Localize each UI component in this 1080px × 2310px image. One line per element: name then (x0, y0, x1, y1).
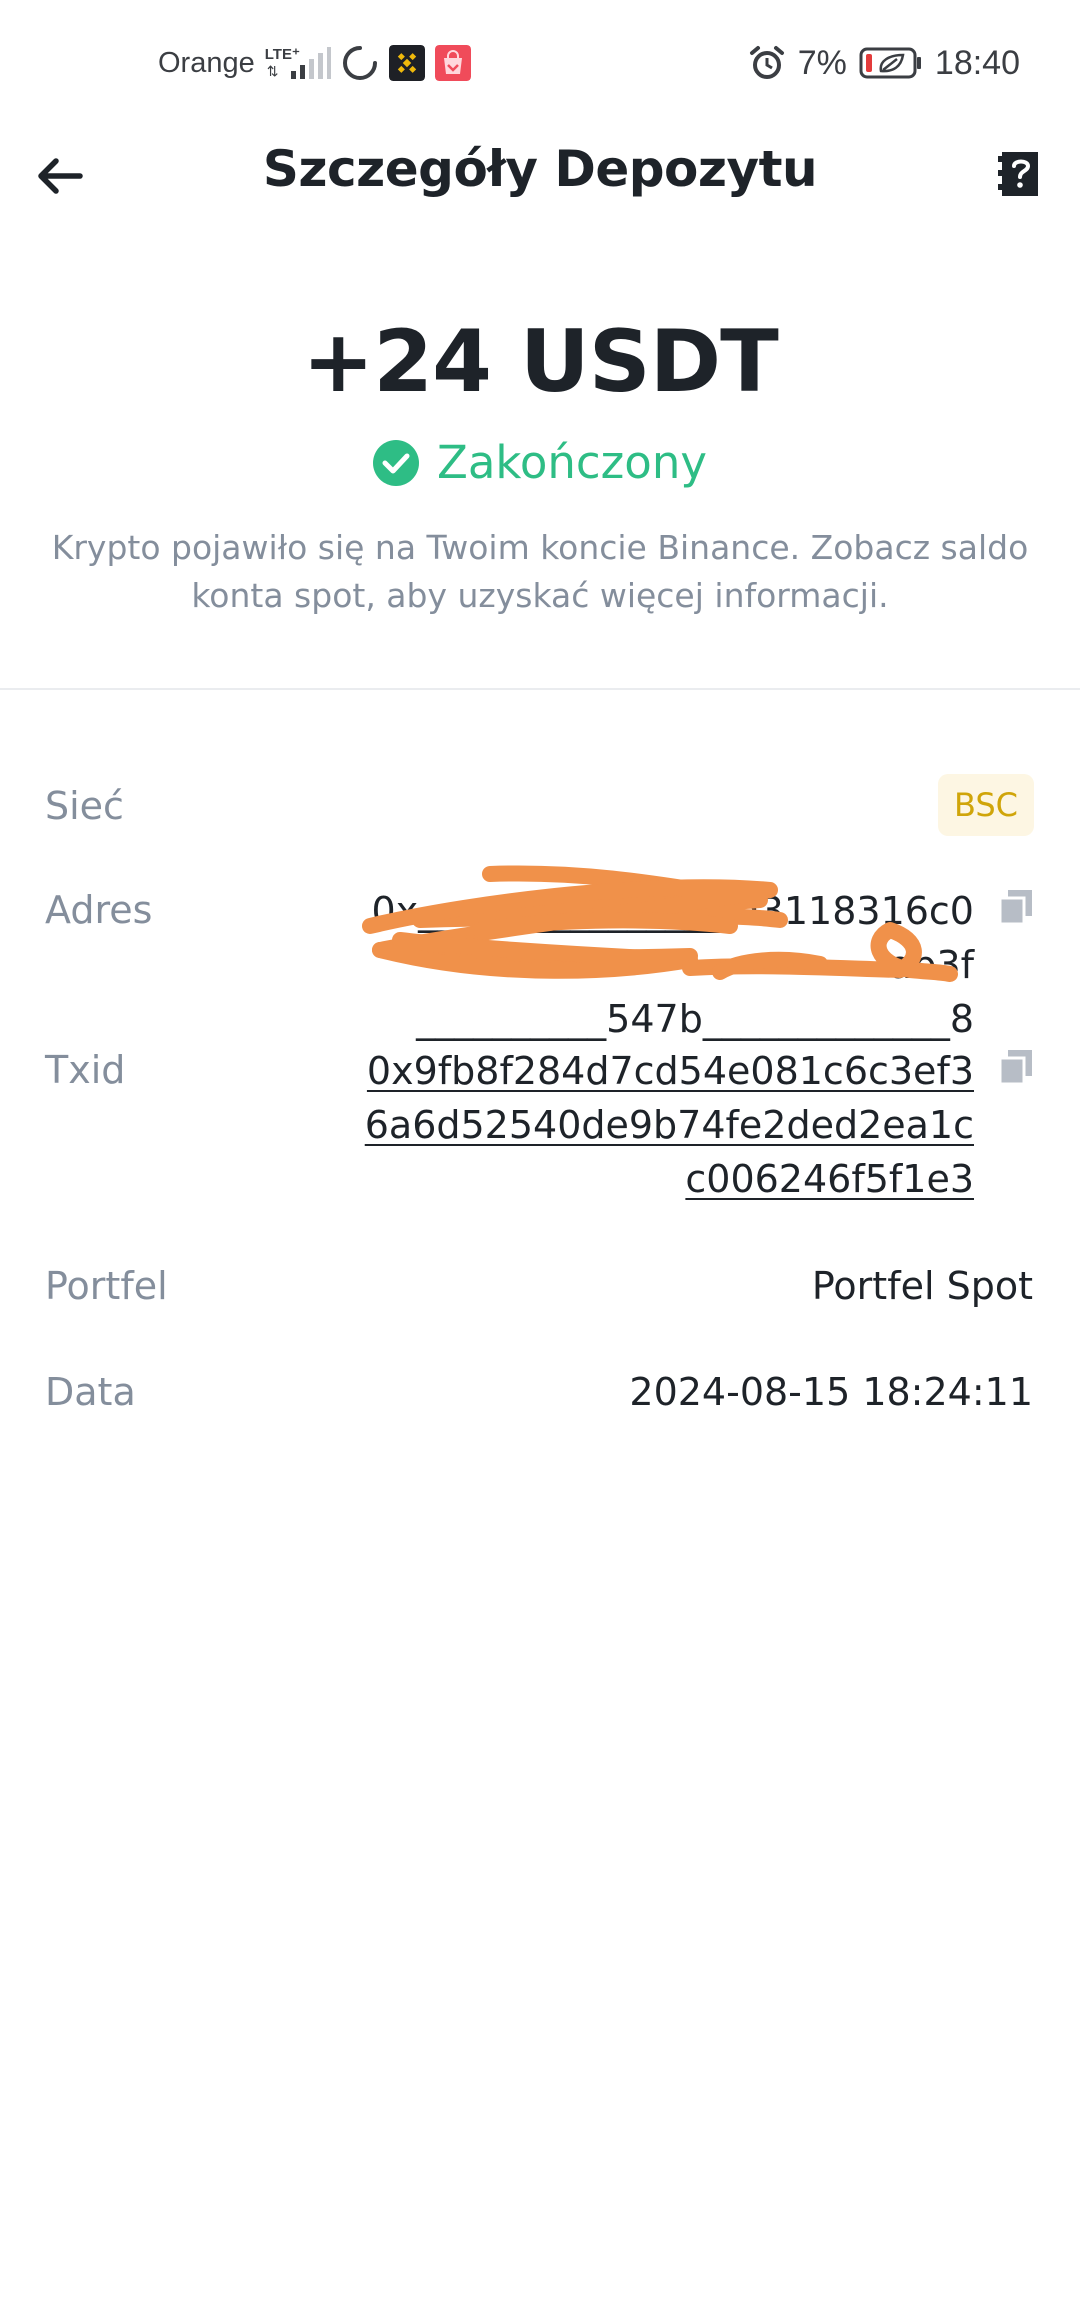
loading-circle-icon (342, 46, 377, 80)
status-description: Krypto pojawiło się na Twoim koncie Bina… (51, 528, 1029, 615)
help-button[interactable] (988, 142, 1052, 206)
network-badge: BSC (937, 774, 1034, 836)
divider (0, 688, 1080, 690)
battery-percent: 7% (797, 43, 847, 82)
shopping-app-icon (434, 45, 471, 81)
date-label: Data (45, 1370, 136, 1414)
status-bar: Orange LTE⁺ ⇅ 7% 18:40 (0, 0, 1080, 126)
txid-label: Txid (45, 1048, 126, 1092)
page-title: Szczegóły Depozytu (262, 140, 818, 198)
carrier-name: Orange (158, 46, 255, 79)
lte-signal-icon: LTE⁺ ⇅ (265, 43, 331, 83)
deposit-amount: +24 USDT (302, 312, 779, 412)
battery-icon (859, 47, 921, 79)
deposit-status: Zakończony (0, 436, 1080, 489)
network-label: Sieć (45, 784, 124, 828)
status-bar-left: Orange LTE⁺ ⇅ (158, 38, 471, 88)
address-label: Adres (45, 888, 153, 932)
status-label: Zakończony (437, 436, 707, 489)
date-value: 2024-08-15 18:24:11 (629, 1370, 1033, 1414)
status-bar-right: 7% 18:40 (748, 38, 1020, 88)
help-document-icon (998, 152, 1038, 196)
alarm-icon (749, 46, 784, 79)
wallet-label: Portfel (45, 1264, 168, 1308)
wallet-value: Portfel Spot (811, 1264, 1033, 1308)
address-value: 0x________________fd3118316c0ab3f ______… (371, 889, 974, 1041)
copy-address-button[interactable] (996, 888, 1036, 928)
copy-txid-button[interactable] (996, 1048, 1036, 1088)
app-header: Szczegóły Depozytu (0, 126, 1080, 222)
check-circle-icon (373, 439, 420, 486)
clock: 18:40 (934, 43, 1020, 82)
binance-app-icon (388, 45, 425, 81)
txid-link[interactable]: 0x9fb8f284d7cd54e081c6c3ef36a6d52540de9b… (354, 1044, 974, 1206)
